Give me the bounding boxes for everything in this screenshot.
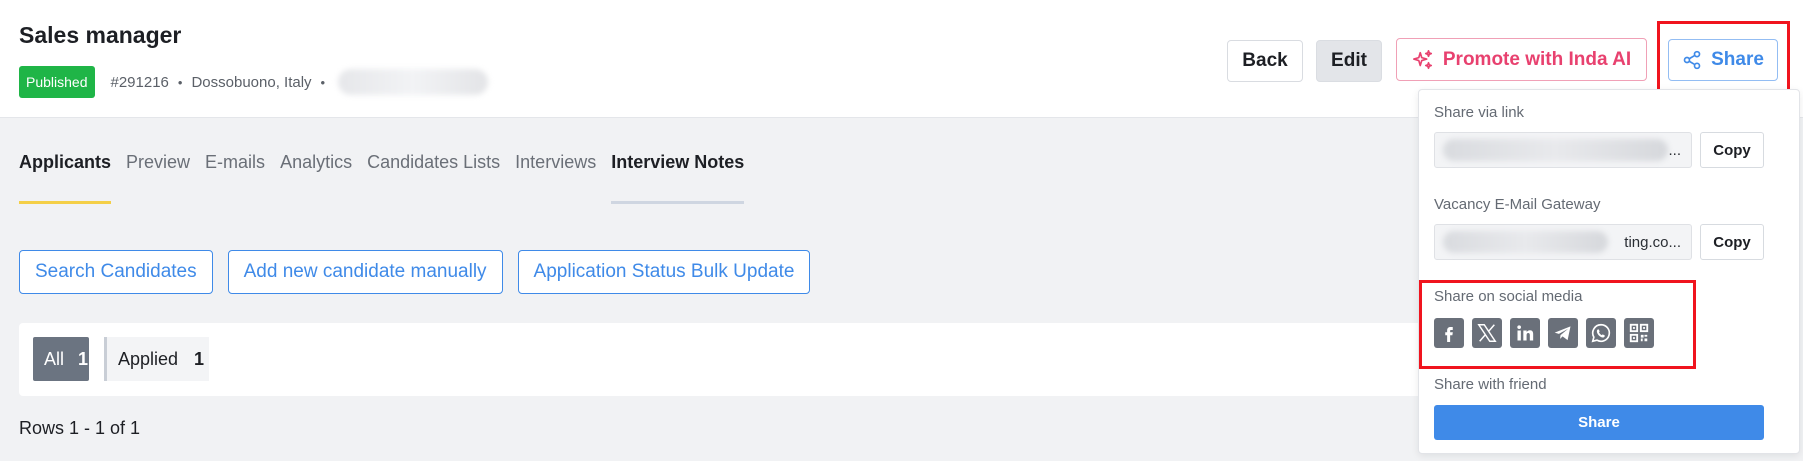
filter-all-label: All: [44, 348, 65, 369]
filter-all[interactable]: All 1: [33, 337, 89, 381]
applicant-actions: Search Candidates Add new candidate manu…: [19, 250, 811, 294]
tab-interview-notes[interactable]: Interview Notes: [611, 152, 745, 204]
search-candidates-button[interactable]: Search Candidates: [19, 250, 213, 294]
job-location: Dossobuono, Italy: [191, 73, 312, 91]
bulk-status-update-button[interactable]: Application Status Bulk Update: [517, 250, 811, 294]
edit-button[interactable]: Edit: [1316, 40, 1382, 82]
redacted-link: [1443, 139, 1668, 161]
share-link-field[interactable]: ...: [1434, 132, 1692, 168]
redacted-gateway: [1443, 231, 1608, 253]
tab-analytics[interactable]: Analytics: [280, 152, 352, 204]
tab-interviews[interactable]: Interviews: [515, 152, 596, 204]
filter-applied[interactable]: Applied 1: [104, 337, 209, 381]
meta-separator: •: [177, 74, 183, 90]
sparkles-icon: [1412, 49, 1432, 69]
back-button[interactable]: Back: [1227, 40, 1303, 82]
filter-applied-label: Applied: [118, 348, 179, 369]
page-title: Sales manager: [19, 22, 182, 48]
promote-label: Promote with Inda AI: [1442, 48, 1632, 70]
promote-ai-button[interactable]: Promote with Inda AI: [1396, 38, 1647, 81]
gateway-value: ting.co...: [1624, 233, 1681, 251]
share-link-value: ...: [1668, 141, 1681, 159]
share-with-friend-button[interactable]: Share: [1434, 405, 1764, 440]
tab-preview[interactable]: Preview: [126, 152, 190, 204]
status-badge: Published: [19, 66, 95, 98]
share-via-link-label: Share via link: [1434, 104, 1525, 121]
gateway-label: Vacancy E-Mail Gateway: [1434, 196, 1601, 213]
social-highlight-box: [1419, 280, 1696, 369]
redacted-meta: [338, 69, 489, 95]
copy-link-button[interactable]: Copy: [1700, 132, 1764, 168]
rows-info: Rows 1 - 1 of 1: [19, 418, 141, 438]
tab-emails[interactable]: E-mails: [205, 152, 265, 204]
copy-gateway-button[interactable]: Copy: [1700, 224, 1764, 260]
filter-all-count: 1: [78, 348, 89, 369]
add-candidate-button[interactable]: Add new candidate manually: [227, 250, 503, 294]
share-dropdown: Share via link ... Copy Vacancy E-Mail G…: [1418, 89, 1800, 454]
tab-applicants[interactable]: Applicants: [19, 152, 112, 204]
gateway-field[interactable]: ting.co...: [1434, 224, 1692, 260]
meta-separator: •: [320, 74, 326, 90]
status-filter-bar: All 1 Applied 1: [19, 323, 1449, 396]
filter-applied-count: 1: [194, 348, 205, 369]
share-friend-label: Share with friend: [1434, 376, 1547, 393]
job-meta: Published #291216 • Dossobuono, Italy •: [19, 66, 489, 98]
job-tabs: Applicants Preview E-mails Analytics Can…: [19, 152, 745, 204]
share-highlight-box: [1657, 21, 1790, 94]
job-id: #291216: [110, 73, 169, 91]
tab-candidates-lists[interactable]: Candidates Lists: [367, 152, 500, 204]
